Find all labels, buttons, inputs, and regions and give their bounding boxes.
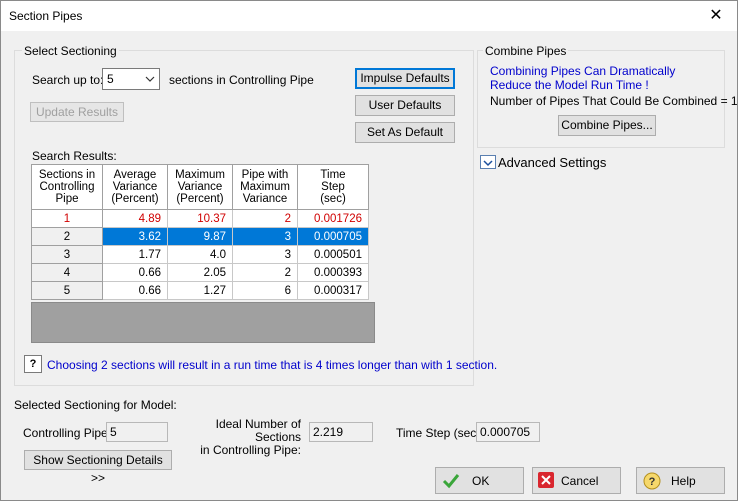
column-header: Maximum Variance (Percent) xyxy=(167,164,233,210)
table-row[interactable]: 3 1.77 4.0 3 0.000501 xyxy=(31,245,369,264)
row-header[interactable]: 4 xyxy=(31,263,103,282)
row-header[interactable]: 5 xyxy=(31,281,103,300)
search-results-table: Sections in Controlling Pipe Average Varian… xyxy=(31,164,369,300)
combine-pipes-warning: Combining Pipes Can Dramatically Reduce … xyxy=(490,64,676,92)
table-cell[interactable]: 3 xyxy=(232,227,298,246)
table-cell[interactable]: 2 xyxy=(232,209,298,228)
table-row[interactable]: 4 0.66 2.05 2 0.000393 xyxy=(31,263,369,282)
ok-label: OK xyxy=(472,474,490,488)
show-sectioning-details-button[interactable]: Show Sectioning Details >> xyxy=(24,450,172,485)
table-cell[interactable]: 2 xyxy=(232,263,298,282)
title-bar: Section Pipes ✕ xyxy=(0,0,738,31)
ok-button[interactable]: OK xyxy=(435,467,524,494)
table-cell[interactable]: 1.27 xyxy=(167,281,233,300)
table-cell[interactable]: 0.000393 xyxy=(297,263,369,282)
table-cell[interactable]: 2.05 xyxy=(167,263,233,282)
help-icon: ? xyxy=(642,471,662,494)
column-header: Average Variance (Percent) xyxy=(102,164,168,210)
ideal-sections-label: Ideal Number of Sections in Controlling … xyxy=(177,418,301,457)
window-title: Section Pipes xyxy=(9,9,83,23)
pipes-combinable-count: Number of Pipes That Could Be Combined =… xyxy=(490,94,738,108)
combine-pipes-label: Combine Pipes xyxy=(483,44,569,58)
table-row[interactable]: 5 0.66 1.27 6 0.000317 xyxy=(31,281,369,300)
combine-pipes-button[interactable]: Combine Pipes... xyxy=(558,115,656,136)
table-cell[interactable]: 9.87 xyxy=(167,227,233,246)
table-cell[interactable]: 4.89 xyxy=(102,209,168,228)
table-cell[interactable]: 4.0 xyxy=(167,245,233,264)
search-up-to-label: Search up to: xyxy=(32,73,104,87)
controlling-pipe-label: Controlling Pipe: xyxy=(23,426,112,440)
table-row-selected[interactable]: 2 3.62 9.87 3 0.000705 xyxy=(31,227,369,246)
table-cell[interactable]: 0.000317 xyxy=(297,281,369,300)
advanced-settings-label[interactable]: Advanced Settings xyxy=(498,155,606,170)
search-results-label: Search Results: xyxy=(32,149,117,163)
set-as-default-button[interactable]: Set As Default xyxy=(355,122,455,143)
column-header: Sections in Controlling Pipe xyxy=(31,164,103,210)
cancel-button[interactable]: Cancel xyxy=(532,467,621,494)
sections-in-controlling-pipe-label: sections in Controlling Pipe xyxy=(169,73,314,87)
ideal-sections-label-line2: in Controlling Pipe: xyxy=(200,443,301,457)
impulse-defaults-button[interactable]: Impulse Defaults xyxy=(355,68,455,89)
table-cell[interactable]: 1.77 xyxy=(102,245,168,264)
row-header[interactable]: 3 xyxy=(31,245,103,264)
sections-info-text: Choosing 2 sections will result in a run… xyxy=(47,358,498,372)
cancel-label: Cancel xyxy=(561,474,599,488)
select-sectioning-label: Select Sectioning xyxy=(22,44,119,58)
help-label: Help xyxy=(671,474,696,488)
row-header[interactable]: 1 xyxy=(31,209,103,228)
table-cell[interactable]: 6 xyxy=(232,281,298,300)
update-results-button[interactable]: Update Results xyxy=(30,102,124,122)
checkmark-icon xyxy=(442,472,460,493)
table-cell[interactable]: 10.37 xyxy=(167,209,233,228)
table-cell[interactable]: 0.66 xyxy=(102,281,168,300)
row-header[interactable]: 2 xyxy=(31,227,103,246)
table-cell[interactable]: 0.000501 xyxy=(297,245,369,264)
user-defaults-button[interactable]: User Defaults xyxy=(355,95,455,116)
advanced-settings-toggle[interactable] xyxy=(480,155,496,169)
close-icon[interactable]: ✕ xyxy=(694,0,738,31)
search-up-to-value: 5 xyxy=(107,72,114,86)
table-cell[interactable]: 0.000705 xyxy=(297,227,369,246)
controlling-pipe-field: 5 xyxy=(106,422,168,442)
table-cell[interactable]: 0.66 xyxy=(102,263,168,282)
cancel-x-icon xyxy=(538,472,554,488)
time-step-label: Time Step (sec): xyxy=(396,426,484,440)
chevron-down-icon xyxy=(145,73,155,87)
svg-text:?: ? xyxy=(649,476,656,488)
table-empty-area xyxy=(31,302,375,343)
column-header: Time Step (sec) xyxy=(297,164,369,210)
table-cell[interactable]: 3.62 xyxy=(102,227,168,246)
table-cell[interactable]: 0.001726 xyxy=(297,209,369,228)
chevron-down-icon xyxy=(483,157,493,171)
help-button[interactable]: ? Help xyxy=(636,467,725,494)
column-header: Pipe with Maximum Variance xyxy=(232,164,298,210)
ideal-sections-field: 2.219 xyxy=(309,422,373,442)
table-row[interactable]: 1 4.89 10.37 2 0.001726 xyxy=(31,209,369,228)
table-cell[interactable]: 3 xyxy=(232,245,298,264)
ideal-sections-label-line1: Ideal Number of Sections xyxy=(215,417,301,444)
help-question-icon[interactable]: ? xyxy=(24,355,42,373)
time-step-field: 0.000705 xyxy=(476,422,540,442)
selected-sectioning-header: Selected Sectioning for Model: xyxy=(14,398,177,412)
search-up-to-select[interactable]: 5 xyxy=(102,68,160,90)
